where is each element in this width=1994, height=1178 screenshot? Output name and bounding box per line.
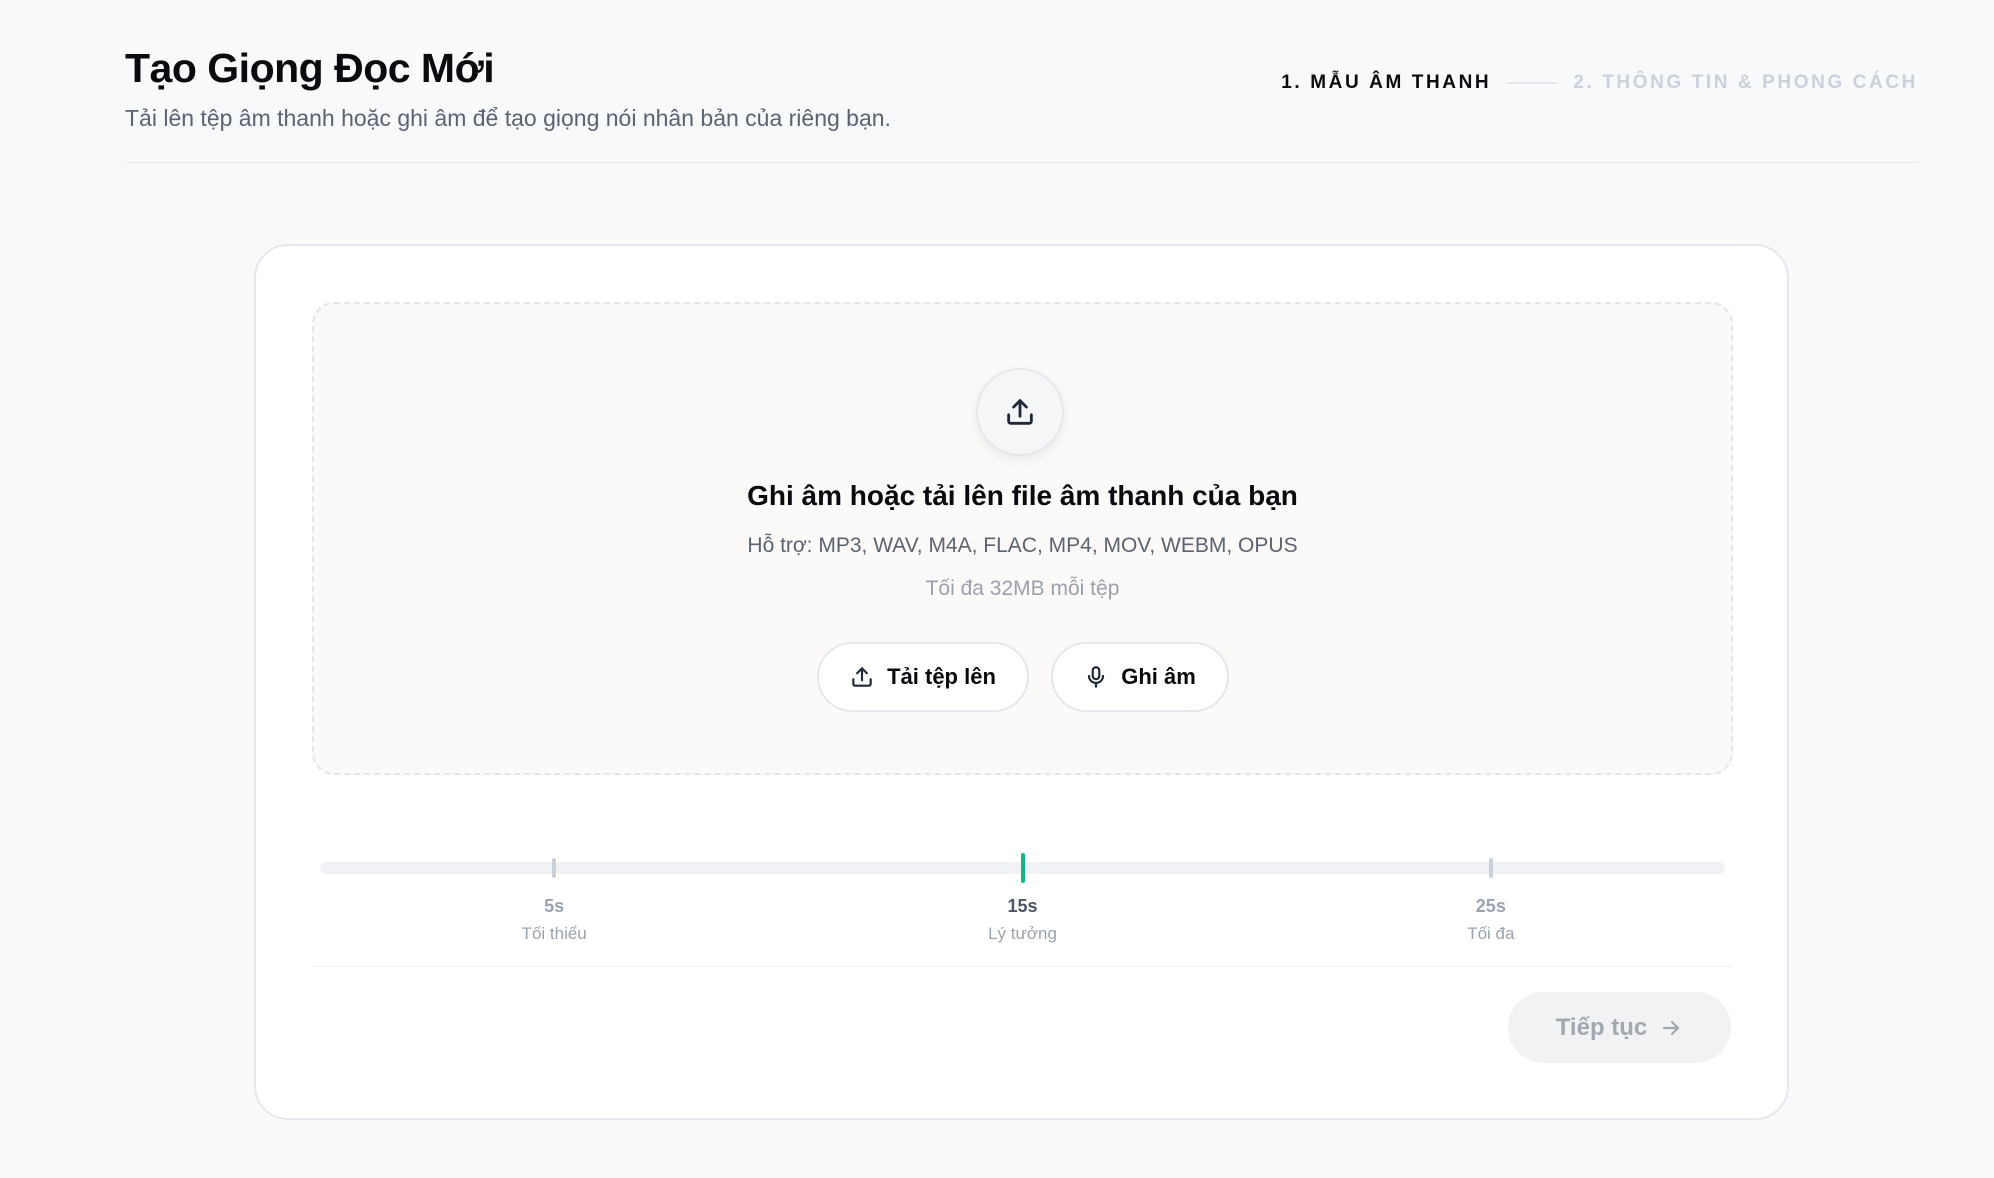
duration-marker-5s: 5s Tối thiểu [522,896,587,944]
duration-tick-15s [1020,853,1025,883]
continue-label: Tiếp tục [1555,1013,1648,1041]
duration-marker-25s: 25s Tối đa [1467,896,1514,944]
stepper-connector [1507,82,1558,84]
page-subtitle: Tải lên tệp âm thanh hoặc ghi âm để tạo … [125,105,891,131]
duration-scale: 5s Tối thiểu 15s Lý tưởng 25s Tối đa [320,842,1725,952]
upload-file-button[interactable]: Tải tệp lên [816,642,1029,712]
duration-marker-value: 15s [1007,896,1038,916]
duration-tick-25s [1488,858,1493,878]
create-voice-page: Tạo Giọng Đọc Mới Tải lên tệp âm thanh h… [0,0,1994,1178]
duration-tick-5s [552,858,557,878]
duration-marker-value: 5s [544,896,565,916]
microphone-icon [1088,666,1105,688]
file-size-limit: Tối đa 32MB mỗi tệp [925,577,1120,600]
dropzone-actions: Tải tệp lên Ghi âm [314,642,1731,712]
dropzone-title: Ghi âm hoặc tải lên file âm thanh của bạ… [747,480,1298,511]
upload-icon [852,667,872,687]
continue-button[interactable]: Tiếp tục [1508,992,1731,1063]
duration-marker-label: Lý tưởng [988,924,1057,943]
stepper: 1. MẪU ÂM THANH 2. THÔNG TIN & PHONG CÁC… [1281,72,1918,94]
card-divider [312,966,1733,967]
duration-marker-label: Tối thiểu [521,924,587,943]
duration-marker-value: 25s [1475,896,1506,916]
step-info-style: 2. THÔNG TIN & PHONG CÁCH [1573,72,1918,93]
supported-formats: Hỗ trợ: MP3, WAV, M4A, FLAC, MP4, MOV, W… [747,534,1298,557]
step-audio-sample: 1. MẪU ÂM THANH [1281,72,1492,93]
record-button[interactable]: Ghi âm [1050,642,1229,712]
voice-sample-card: Ghi âm hoặc tải lên file âm thanh của bạ… [254,244,1789,1120]
record-label: Ghi âm [1121,664,1196,689]
upload-icon [976,368,1064,456]
duration-marker-label: Tối đa [1467,924,1515,943]
header-divider [125,162,1918,163]
duration-marker-15s: 15s Lý tưởng [988,896,1057,944]
arrow-right-icon [1663,1020,1680,1035]
upload-file-label: Tải tệp lên [887,664,996,689]
audio-dropzone[interactable]: Ghi âm hoặc tải lên file âm thanh của bạ… [312,302,1733,775]
